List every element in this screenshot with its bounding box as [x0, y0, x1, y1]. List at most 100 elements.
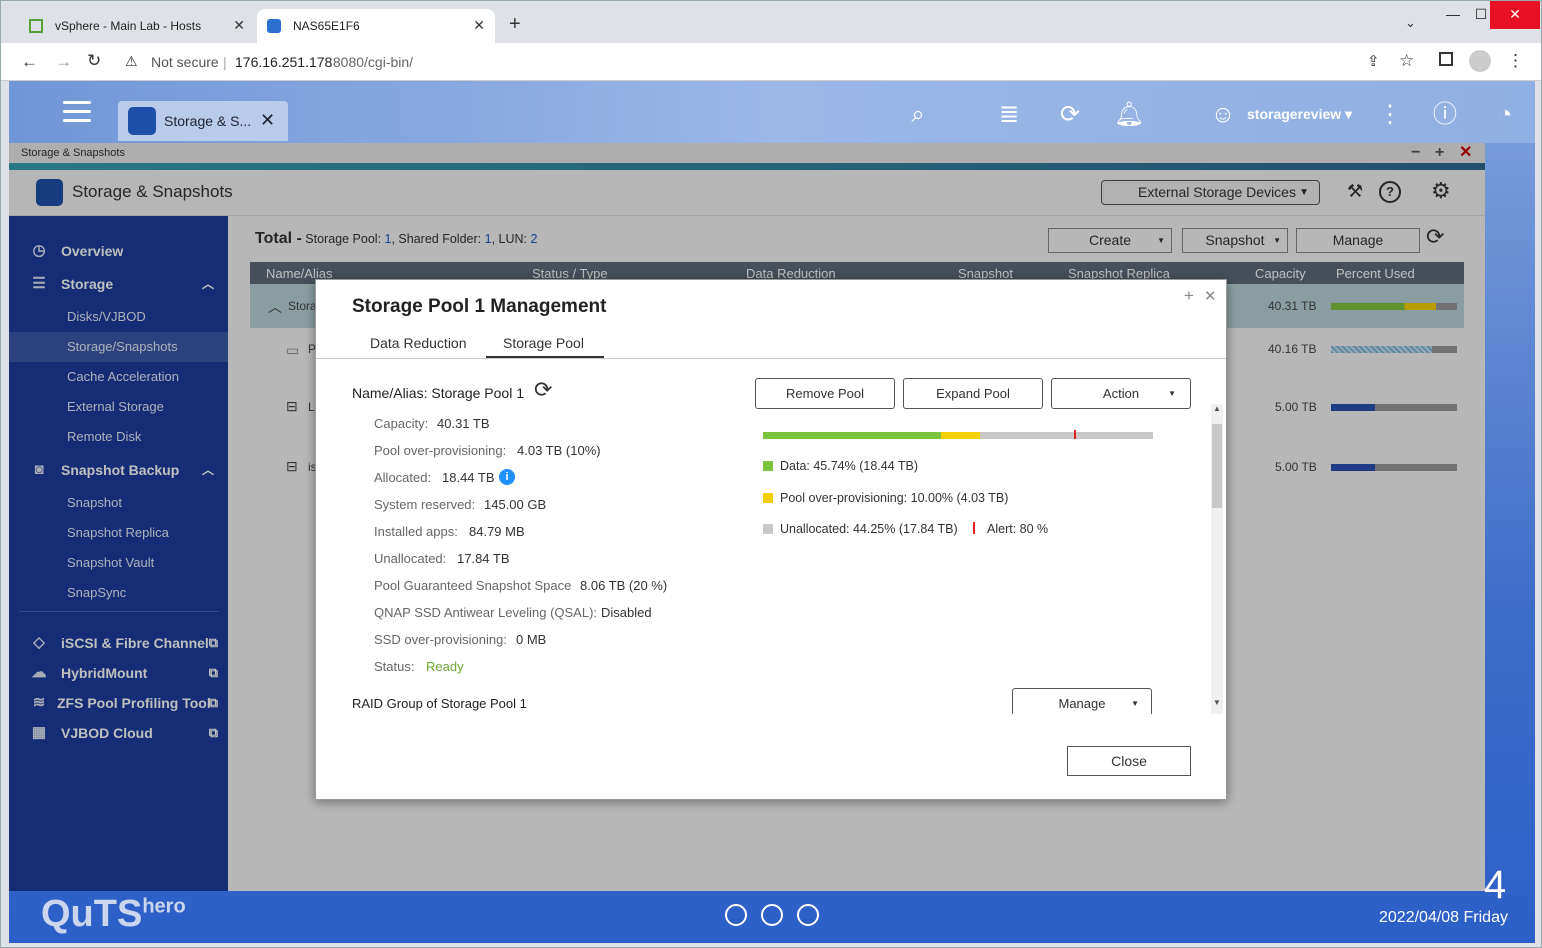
warning-icon: ⚠: [125, 53, 138, 69]
alert-threshold-marker: [1074, 430, 1076, 439]
tab-search-icon[interactable]: ⌄: [1405, 15, 1416, 31]
storage-pool-management-dialog: Storage Pool 1 Management + ✕ Data Reduc…: [315, 279, 1227, 800]
tab-storage-pool[interactable]: Storage Pool: [503, 335, 584, 351]
qts-topbar: Storage & S... ✕ ⌕ ≣ ⟳ 🔔︎ ☺ storagerevie…: [9, 81, 1535, 143]
rename-refresh-icon[interactable]: ⟳: [534, 377, 552, 403]
alert-legend-marker: [973, 522, 975, 534]
maximize-icon[interactable]: +: [1184, 286, 1194, 306]
field-label: Status:: [374, 659, 415, 674]
overprov-legend: Pool over-provisioning: 10.00% (4.03 TB): [780, 491, 1009, 505]
app-center-icon[interactable]: [797, 904, 819, 926]
close-tab-icon[interactable]: ✕: [473, 17, 485, 34]
close-button[interactable]: Close: [1067, 746, 1191, 776]
browser-tab-vsphere[interactable]: vSphere - Main Lab - Hosts ✕: [19, 9, 255, 43]
share-icon[interactable]: ⇪: [1367, 52, 1380, 70]
field-value: 145.00 GB: [484, 497, 547, 512]
reload-icon[interactable]: ↻: [87, 51, 101, 71]
field-label: Allocated:: [374, 470, 432, 485]
field-label: SSD over-provisioning:: [374, 632, 507, 647]
tab-data-reduction[interactable]: Data Reduction: [370, 335, 467, 351]
profile-icon[interactable]: [1469, 50, 1491, 72]
field-label: System reserved:: [374, 497, 476, 512]
search-icon[interactable]: ⌕: [902, 99, 934, 131]
info-icon[interactable]: i: [499, 469, 515, 485]
remove-pool-button[interactable]: Remove Pool: [755, 378, 895, 409]
field-label: Pool over-provisioning:: [374, 443, 507, 458]
field-value: Disabled: [601, 605, 652, 620]
browser-tab-label: vSphere - Main Lab - Hosts: [55, 19, 202, 33]
back-icon[interactable]: ←: [21, 52, 38, 72]
address-bar: ← → ↻ ⚠ Not secure | 176.16.251.178 :808…: [1, 43, 1541, 81]
info-icon[interactable]: ⓘ: [1429, 99, 1461, 131]
field-value: 84.79 MB: [469, 524, 525, 539]
close-tab-icon[interactable]: ✕: [233, 17, 245, 34]
tab-divider: [316, 358, 1226, 359]
user-icon[interactable]: ☺: [1207, 99, 1239, 131]
clock-time: 4: [1484, 863, 1507, 907]
sidepanel-icon[interactable]: [1439, 52, 1453, 66]
overprovisioning-segment: [941, 432, 981, 439]
unallocated-legend-swatch: [763, 524, 773, 534]
username: storagereview: [1247, 106, 1342, 122]
clock-date: 2022/04/08 Friday: [1379, 909, 1508, 926]
raid-manage-dropdown[interactable]: Manage ▼: [1012, 688, 1152, 714]
field-value: 0 MB: [516, 632, 547, 647]
field-value: 8.06 TB (20 %): [580, 578, 668, 593]
more-options-icon[interactable]: ⋮: [1374, 99, 1406, 131]
url-host: 176.16.251.178: [235, 54, 333, 70]
data-segment: [763, 432, 942, 439]
field-label: QNAP SSD Antiwear Leveling (QSAL):: [374, 605, 598, 620]
browser-tab-nas[interactable]: NAS65E1F6 ✕: [257, 9, 495, 43]
user-menu[interactable]: storagereview ▾: [1247, 106, 1352, 123]
star-icon[interactable]: ☆: [1399, 51, 1414, 71]
field-label: Installed apps:: [374, 524, 458, 539]
expand-pool-button[interactable]: Expand Pool: [903, 378, 1043, 409]
close-icon[interactable]: ✕: [1204, 287, 1217, 305]
scroll-up-icon[interactable]: ▲: [1213, 404, 1221, 413]
alert-legend: Alert: 80 %: [987, 522, 1049, 536]
myqnapcloud-icon[interactable]: [725, 904, 747, 926]
field-label: Pool Guaranteed Snapshot Space: [374, 578, 572, 593]
pool-usage-bar: [763, 430, 1153, 439]
overprov-legend-swatch: [763, 493, 773, 503]
menu-dots-icon[interactable]: ⋮: [1507, 51, 1524, 71]
action-dropdown[interactable]: Action ▼: [1051, 378, 1191, 409]
helpdesk-icon[interactable]: [761, 904, 783, 926]
qts-logo: QuTShero: [41, 893, 186, 935]
field-value: 17.84 TB: [457, 551, 510, 566]
status-ready: Ready: [426, 659, 464, 674]
storage-app-icon: [128, 107, 156, 135]
raid-group-title: RAID Group of Storage Pool 1: [352, 696, 527, 711]
vsphere-icon: [29, 19, 43, 33]
qts-bottombar: QuTShero 4 2022/04/08 Friday: [9, 863, 1535, 943]
unallocated-legend: Unallocated: 44.25% (17.84 TB): [780, 522, 958, 536]
browser-tabbar: vSphere - Main Lab - Hosts ✕ NAS65E1F6 ✕…: [1, 1, 1541, 43]
new-tab-icon[interactable]: +: [509, 13, 521, 36]
background-tasks-icon[interactable]: ≣: [993, 99, 1025, 131]
scroll-down-icon[interactable]: ▼: [1213, 698, 1221, 707]
url-field[interactable]: ⚠ Not secure | 176.16.251.178 :8080/cgi-…: [111, 48, 1411, 76]
main-menu-icon[interactable]: [63, 101, 91, 125]
notification-bell-icon[interactable]: 🔔︎: [1113, 99, 1145, 131]
dashboard-icon[interactable]: ◔: [1489, 99, 1521, 131]
field-label: Capacity:: [374, 416, 429, 431]
security-label: Not secure: [151, 54, 219, 70]
qnap-icon: [267, 19, 281, 33]
pool-name-alias: Name/Alias: Storage Pool 1: [352, 385, 524, 401]
url-path: :8080/cgi-bin/: [329, 54, 414, 70]
data-legend-swatch: [763, 461, 773, 471]
app-taskbar-tab[interactable]: Storage & S... ✕: [118, 101, 288, 141]
field-value: 40.31 TB: [437, 416, 490, 431]
sync-icon[interactable]: ⟳: [1054, 99, 1086, 131]
dialog-title: Storage Pool 1 Management: [352, 296, 607, 317]
close-app-icon[interactable]: ✕: [260, 110, 275, 131]
window-close-icon[interactable]: ✕: [1490, 1, 1540, 29]
scrollbar-thumb[interactable]: [1212, 424, 1222, 508]
dialog-scroll-area: Name/Alias: Storage Pool 1 ⟳ Capacity: 4…: [316, 368, 1226, 714]
data-legend: Data: 45.74% (18.44 TB): [780, 459, 919, 473]
field-label: Unallocated:: [374, 551, 447, 566]
field-value: 4.03 TB (10%): [517, 443, 601, 458]
forward-icon[interactable]: →: [55, 52, 72, 72]
field-value: 18.44 TB: [442, 470, 495, 485]
scrollbar[interactable]: ▲: [1211, 404, 1223, 714]
